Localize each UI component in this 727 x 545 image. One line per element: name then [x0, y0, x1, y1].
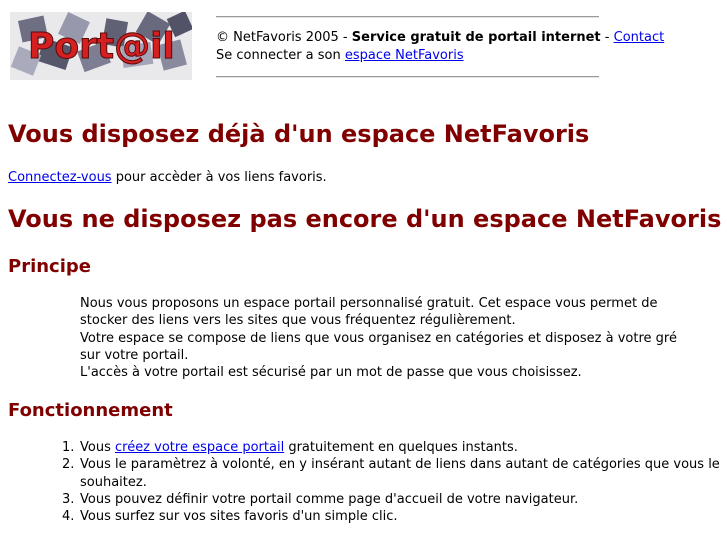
header-info: © NetFavoris 2005 - Service gratuit de p… [216, 16, 664, 78]
functioning-heading: Fonctionnement [8, 400, 173, 421]
principle-line: Votre espace se compose de liens que vou… [80, 330, 677, 363]
step-number: 1. [62, 440, 75, 455]
step-number: 3. [62, 491, 75, 507]
step-suffix: gratuitement en quelques instants. [284, 440, 518, 455]
list-item: 1. Vous créez votre espace portail gratu… [62, 439, 727, 456]
separator-text: - [600, 30, 614, 45]
copyright-text: © NetFavoris 2005 - [216, 30, 352, 45]
list-item: 3. Vous pouvez définir votre portail com… [62, 491, 727, 508]
list-item: 4. Vous surfez sur vos sites favoris d'u… [62, 508, 727, 525]
header-copyright-line: © NetFavoris 2005 - Service gratuit de p… [216, 29, 664, 47]
login-paragraph: Connectez-vous pour accèder à vos liens … [8, 169, 327, 187]
principle-line: Nous vous proposons un espace portail pe… [80, 296, 658, 329]
step-number: 2. [62, 457, 75, 473]
connect-prefix: Se connecter a son [216, 48, 345, 63]
connectez-vous-link[interactable]: Connectez-vous [8, 170, 112, 185]
new-account-heading: Vous ne disposez pas encore d'un espace … [8, 205, 722, 233]
principle-text: Nous vous proposons un espace portail pe… [80, 295, 680, 381]
header-connect-line: Se connecter a son espace NetFavoris [216, 47, 599, 65]
step-text: Vous surfez sur vos sites favoris d'un s… [80, 509, 398, 525]
login-suffix: pour accèder à vos liens favoris. [111, 170, 327, 185]
step-text: Vous pouvez définir votre portail comme … [80, 491, 579, 507]
step-prefix: Vous [80, 440, 115, 455]
contact-link[interactable]: Contact [614, 30, 665, 45]
header-top-divider [216, 16, 599, 18]
principle-line: L'accès à votre portail est sécurisé par… [80, 365, 582, 381]
logo-text: Port@il [28, 26, 175, 67]
step-text: Vous le paramètrez à volonté, en y insér… [80, 457, 720, 490]
service-text: Service gratuit de portail internet [351, 30, 601, 45]
principle-heading: Principe [8, 256, 91, 277]
functioning-steps-list: 1. Vous créez votre espace portail gratu… [0, 439, 727, 525]
list-item: 2. Vous le paramètrez à volonté, en y in… [62, 456, 727, 491]
create-portal-link[interactable]: créez votre espace portail [115, 440, 284, 455]
espace-netfavoris-link[interactable]: espace NetFavoris [345, 48, 464, 63]
portail-logo: Port@il [10, 12, 192, 80]
header-bottom-divider [216, 76, 599, 78]
step-number: 4. [62, 509, 75, 525]
existing-account-heading: Vous disposez déjà d'un espace NetFavori… [8, 120, 590, 148]
